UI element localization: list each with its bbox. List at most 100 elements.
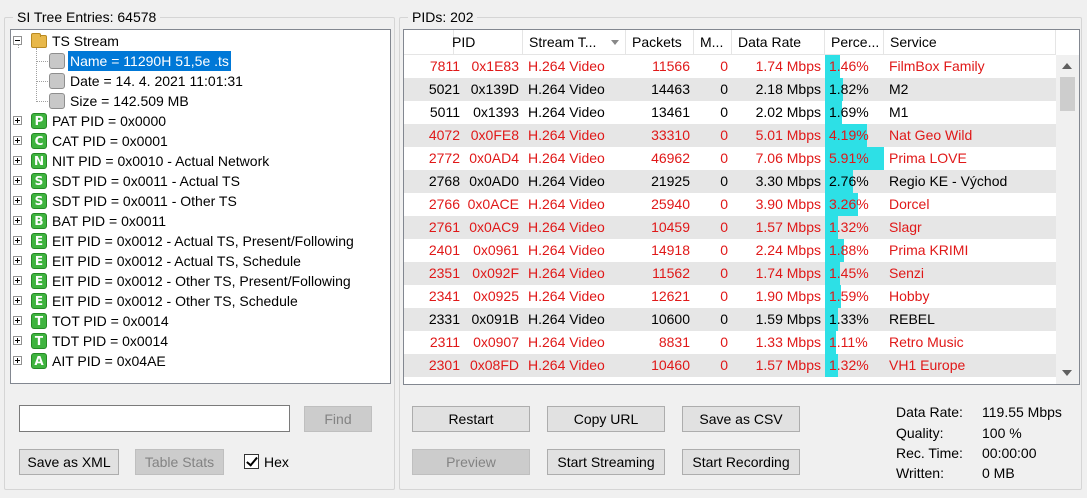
table-row[interactable]: 2772 0x0AD4 H.264 Video 46962 0 7.06 Mbps Prim… bbox=[404, 147, 1056, 170]
tree-item[interactable]: Date = 14. 4. 2021 11:01:31 bbox=[11, 71, 390, 91]
plus-box-icon[interactable] bbox=[13, 216, 22, 225]
tree-item[interactable]: T TDT PID = 0x0014 bbox=[11, 331, 390, 351]
plus-box-icon[interactable] bbox=[13, 236, 22, 245]
save-as-csv-button[interactable]: Save as CSV bbox=[682, 406, 800, 432]
pid-list-scrollbar[interactable] bbox=[1056, 55, 1079, 384]
tree-item-label: PAT PID = 0x0000 bbox=[52, 113, 167, 129]
pid-cell: 5021 bbox=[428, 81, 460, 97]
start-recording-button[interactable]: Start Recording bbox=[682, 449, 800, 475]
stream-type-cell: H.264 Video bbox=[528, 311, 605, 327]
copy-url-button[interactable]: Copy URL bbox=[547, 406, 665, 432]
scroll-thumb[interactable] bbox=[1060, 77, 1075, 111]
plus-box-icon[interactable] bbox=[13, 176, 22, 185]
plus-box-icon[interactable] bbox=[13, 316, 22, 325]
plus-box-icon[interactable] bbox=[13, 136, 22, 145]
packets-cell: 12621 bbox=[651, 288, 690, 304]
table-row[interactable]: 2401 0x0961 H.264 Video 14918 0 2.24 Mbps Prim… bbox=[404, 239, 1056, 262]
table-row[interactable]: 4072 0x0FE8 H.264 Video 33310 0 5.01 Mbps Nat … bbox=[404, 124, 1056, 147]
col-stream-type-label: Stream T... bbox=[529, 34, 597, 50]
plus-box-icon[interactable] bbox=[13, 156, 22, 165]
tree-item[interactable]: C CAT PID = 0x0001 bbox=[11, 131, 390, 151]
tree-item[interactable]: E EIT PID = 0x0012 - Other TS, Present/Fo… bbox=[11, 271, 390, 291]
tree-item[interactable]: E EIT PID = 0x0012 - Actual TS, Present/F… bbox=[11, 231, 390, 251]
preview-button[interactable]: Preview bbox=[412, 449, 530, 475]
pid-list[interactable]: PID Stream T... Packets M... Data Rate P… bbox=[403, 29, 1080, 385]
pid-cell: 2331 bbox=[428, 311, 460, 327]
plus-box-icon[interactable] bbox=[13, 336, 22, 345]
table-row[interactable]: 2351 0x092F H.264 Video 11562 0 1.74 Mbps Senz… bbox=[404, 262, 1056, 285]
tree-item[interactable]: N NIT PID = 0x0010 - Actual Network bbox=[11, 151, 390, 171]
m-cell: 0 bbox=[720, 58, 728, 74]
table-row[interactable]: 2311 0x0907 H.264 Video 8831 0 1.33 Mbps Retro… bbox=[404, 331, 1056, 354]
tree-item[interactable]: E EIT PID = 0x0012 - Actual TS, Schedule bbox=[11, 251, 390, 271]
pid-hex-cell: 0x0ACE bbox=[467, 196, 519, 212]
plus-box-icon[interactable] bbox=[13, 296, 22, 305]
m-cell: 0 bbox=[720, 150, 728, 166]
table-row[interactable]: 2768 0x0AD0 H.264 Video 21925 0 3.30 Mbps Regi… bbox=[404, 170, 1056, 193]
pid-cell: 2768 bbox=[428, 173, 460, 189]
tree-item[interactable]: T TOT PID = 0x0014 bbox=[11, 311, 390, 331]
service-cell: VH1 Europe bbox=[889, 357, 966, 373]
percent-cell: 1.88% bbox=[825, 239, 884, 262]
si-tree-view[interactable]: TS Stream Name = 11290H 51,5e .ts Date = 1… bbox=[10, 29, 391, 384]
tree-item[interactable]: A AIT PID = 0x04AE bbox=[11, 351, 390, 371]
plus-box-icon[interactable] bbox=[13, 196, 22, 205]
tree-item[interactable]: Size = 142.509 MB bbox=[11, 91, 390, 111]
col-percent[interactable]: Perce... bbox=[825, 30, 884, 55]
pid-hex-cell: 0x1E83 bbox=[471, 58, 519, 74]
col-data-rate[interactable]: Data Rate bbox=[732, 30, 825, 55]
tree-item[interactable]: B BAT PID = 0x0011 bbox=[11, 211, 390, 231]
packets-cell: 46962 bbox=[651, 150, 690, 166]
stream-type-cell: H.264 Video bbox=[528, 196, 605, 212]
restart-button[interactable]: Restart bbox=[412, 406, 530, 432]
tree-item[interactable]: TS Stream bbox=[11, 31, 390, 51]
start-streaming-button[interactable]: Start Streaming bbox=[547, 449, 665, 475]
scroll-down-arrow-icon[interactable] bbox=[1062, 370, 1072, 376]
col-m[interactable]: M... bbox=[694, 30, 732, 55]
hex-checkbox[interactable] bbox=[244, 454, 259, 469]
tree-connector-line bbox=[36, 61, 48, 62]
table-row[interactable]: 2331 0x091B H.264 Video 10600 0 1.59 Mbps REBE… bbox=[404, 308, 1056, 331]
percent-text: 1.59% bbox=[829, 288, 869, 304]
col-service[interactable]: Service bbox=[884, 30, 1056, 55]
packets-cell: 21925 bbox=[651, 173, 690, 189]
col-packets[interactable]: Packets bbox=[626, 30, 694, 55]
packets-cell: 10459 bbox=[651, 219, 690, 235]
table-stats-button[interactable]: Table Stats bbox=[135, 449, 224, 475]
table-row[interactable]: 2341 0x0925 H.264 Video 12621 0 1.90 Mbps Hobb… bbox=[404, 285, 1056, 308]
plus-box-icon[interactable] bbox=[13, 256, 22, 265]
minus-box-icon[interactable] bbox=[13, 36, 22, 45]
tree-item[interactable]: P PAT PID = 0x0000 bbox=[11, 111, 390, 131]
tree-item[interactable]: S SDT PID = 0x0011 - Actual TS bbox=[11, 171, 390, 191]
table-row[interactable]: 2761 0x0AC9 H.264 Video 10459 0 1.57 Mbps Slag… bbox=[404, 216, 1056, 239]
stream-type-cell: H.264 Video bbox=[528, 288, 605, 304]
sort-arrow-icon bbox=[611, 40, 619, 45]
search-input[interactable] bbox=[19, 405, 290, 432]
tree-item[interactable]: S SDT PID = 0x0011 - Other TS bbox=[11, 191, 390, 211]
data-rate-cell: 1.74 Mbps bbox=[755, 58, 821, 74]
table-row[interactable]: 2301 0x08FD H.264 Video 10460 0 1.57 Mbps VH1 … bbox=[404, 354, 1056, 377]
tree-item[interactable]: Name = 11290H 51,5e .ts bbox=[11, 51, 390, 71]
folder-icon bbox=[31, 33, 47, 48]
quality-value: 100 % bbox=[982, 425, 1022, 441]
tree-item[interactable]: E EIT PID = 0x0012 - Other TS, Schedule bbox=[11, 291, 390, 311]
table-e-icon: E bbox=[31, 233, 47, 249]
plus-box-icon[interactable] bbox=[13, 116, 22, 125]
data-rate-cell: 3.30 Mbps bbox=[755, 173, 821, 189]
pid-cell: 2311 bbox=[429, 334, 460, 350]
data-rate-cell: 1.33 Mbps bbox=[755, 334, 821, 350]
table-row[interactable]: 7811 0x1E83 H.264 Video 11566 0 1.74 Mbps Film… bbox=[404, 55, 1056, 78]
save-as-xml-button[interactable]: Save as XML bbox=[19, 449, 119, 475]
table-row[interactable]: 5021 0x139D H.264 Video 14463 0 2.18 Mbps M2 1.… bbox=[404, 78, 1056, 101]
table-row[interactable]: 5011 0x1393 H.264 Video 13461 0 2.02 Mbps M1 1.… bbox=[404, 101, 1056, 124]
percent-text: 1.82% bbox=[829, 81, 869, 97]
pids-title: PIDs: 202 bbox=[408, 8, 478, 26]
plus-box-icon[interactable] bbox=[13, 356, 22, 365]
plus-box-icon[interactable] bbox=[13, 276, 22, 285]
find-button[interactable]: Find bbox=[304, 406, 372, 432]
scroll-up-arrow-icon[interactable] bbox=[1062, 63, 1072, 69]
col-stream-type[interactable]: Stream T... bbox=[523, 30, 626, 55]
col-pid-label[interactable]: PID bbox=[404, 30, 523, 55]
table-row[interactable]: 2766 0x0ACE H.264 Video 25940 0 3.90 Mbps Dorc… bbox=[404, 193, 1056, 216]
m-cell: 0 bbox=[720, 219, 728, 235]
